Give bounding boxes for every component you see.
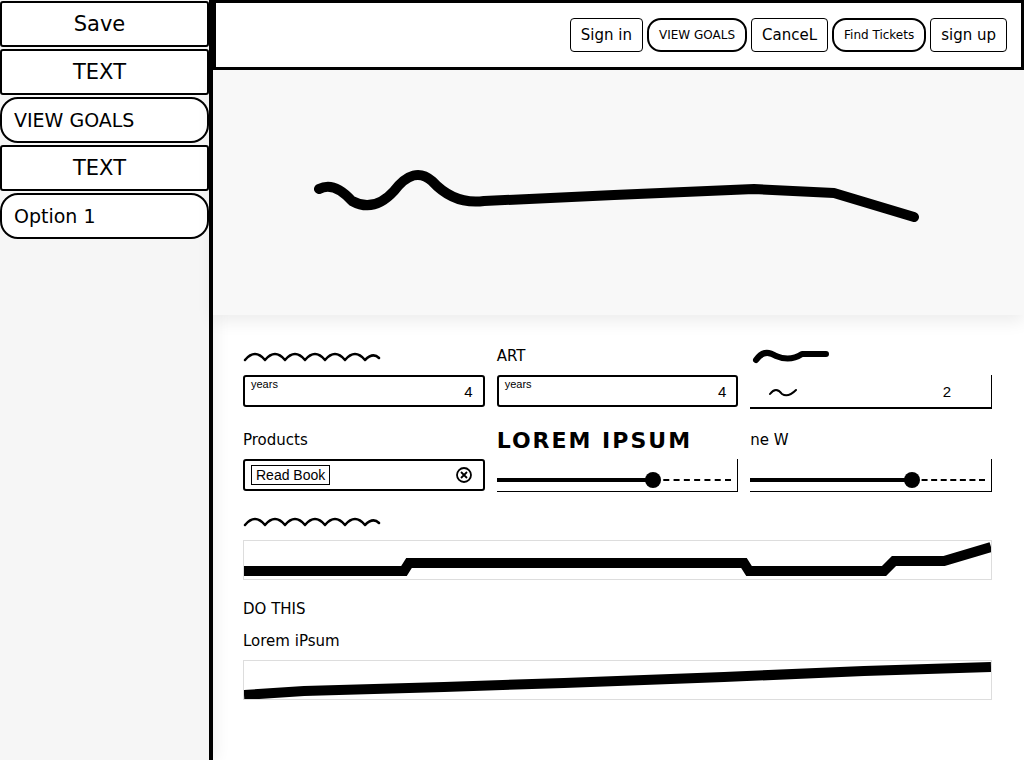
block-label: [243, 508, 992, 534]
sketch-input[interactable]: 2: [750, 375, 992, 409]
hero: [213, 70, 1024, 315]
number-input[interactable]: years 4: [243, 375, 485, 407]
form-field: 2: [750, 343, 992, 409]
main: Sign inVIEW GOALSCanceLFind Ticketssign …: [213, 0, 1024, 760]
input-value: 2: [943, 383, 951, 400]
header: Sign inVIEW GOALSCanceLFind Ticketssign …: [213, 0, 1024, 70]
slider-knob[interactable]: [904, 472, 920, 488]
field-label: ART: [497, 343, 739, 369]
header-button[interactable]: CanceL: [751, 18, 828, 52]
wide-block: [243, 508, 992, 580]
slider[interactable]: [497, 459, 739, 492]
field-label: [750, 343, 992, 369]
input-hint: years: [505, 377, 532, 390]
form-field: years 4: [243, 343, 485, 409]
thick-scribble-icon: [750, 344, 830, 368]
form-field: ne W: [750, 427, 992, 492]
header-button[interactable]: Find Tickets: [832, 18, 926, 52]
slider-fill: [750, 478, 911, 482]
header-button[interactable]: VIEW GOALS: [647, 18, 747, 52]
block-label: Lorem iPsum: [243, 628, 992, 654]
block-label: DO THIS: [243, 596, 992, 622]
field-label: [243, 343, 485, 369]
header-button[interactable]: sign up: [930, 18, 1007, 52]
search-value: Read Book: [251, 465, 330, 485]
slider-knob[interactable]: [645, 472, 661, 488]
label-scribble-icon: [243, 509, 383, 533]
sidebar: SaveTEXTVIEW GOALSTEXTOption 1: [0, 0, 213, 760]
form-field: ART years 4: [497, 343, 739, 409]
clear-icon[interactable]: [455, 466, 473, 484]
field-label: LOREM IPSUM: [497, 427, 739, 453]
wide-bar[interactable]: [243, 660, 992, 700]
label-scribble-icon: [243, 344, 383, 368]
bar-scribble-icon: [244, 541, 991, 579]
slider[interactable]: [750, 459, 992, 492]
form-grid: years 4 ART years 4 2 Products Read Book LOREM I…: [243, 343, 992, 492]
input-hint: years: [251, 377, 278, 390]
sidebar-item[interactable]: Option 1: [0, 193, 209, 239]
wide-block: DO THIS Lorem iPsum: [243, 596, 992, 700]
input-value: 4: [718, 383, 726, 400]
form-field: Products Read Book: [243, 427, 485, 492]
slider-fill: [497, 478, 653, 482]
sidebar-item[interactable]: Save: [0, 1, 209, 47]
input-value: 4: [464, 383, 472, 400]
content: years 4 ART years 4 2 Products Read Book LOREM I…: [213, 315, 1024, 700]
app: SaveTEXTVIEW GOALSTEXTOption 1Sign inVIE…: [0, 0, 1024, 760]
form-field: LOREM IPSUM: [497, 427, 739, 492]
bar-scribble-icon: [244, 661, 991, 699]
search-input[interactable]: Read Book: [243, 459, 485, 491]
sidebar-item[interactable]: VIEW GOALS: [0, 97, 209, 143]
squiggle-icon: [768, 384, 798, 398]
sidebar-item[interactable]: TEXT: [0, 49, 209, 95]
slider-track: [912, 479, 985, 481]
heading-scribble-icon: [314, 161, 924, 225]
number-input[interactable]: years 4: [497, 375, 739, 407]
sidebar-item[interactable]: TEXT: [0, 145, 209, 191]
field-label: Products: [243, 427, 485, 453]
wide-bar[interactable]: [243, 540, 992, 580]
header-button[interactable]: Sign in: [570, 18, 643, 52]
slider-track: [653, 479, 731, 481]
field-label: ne W: [750, 427, 992, 453]
